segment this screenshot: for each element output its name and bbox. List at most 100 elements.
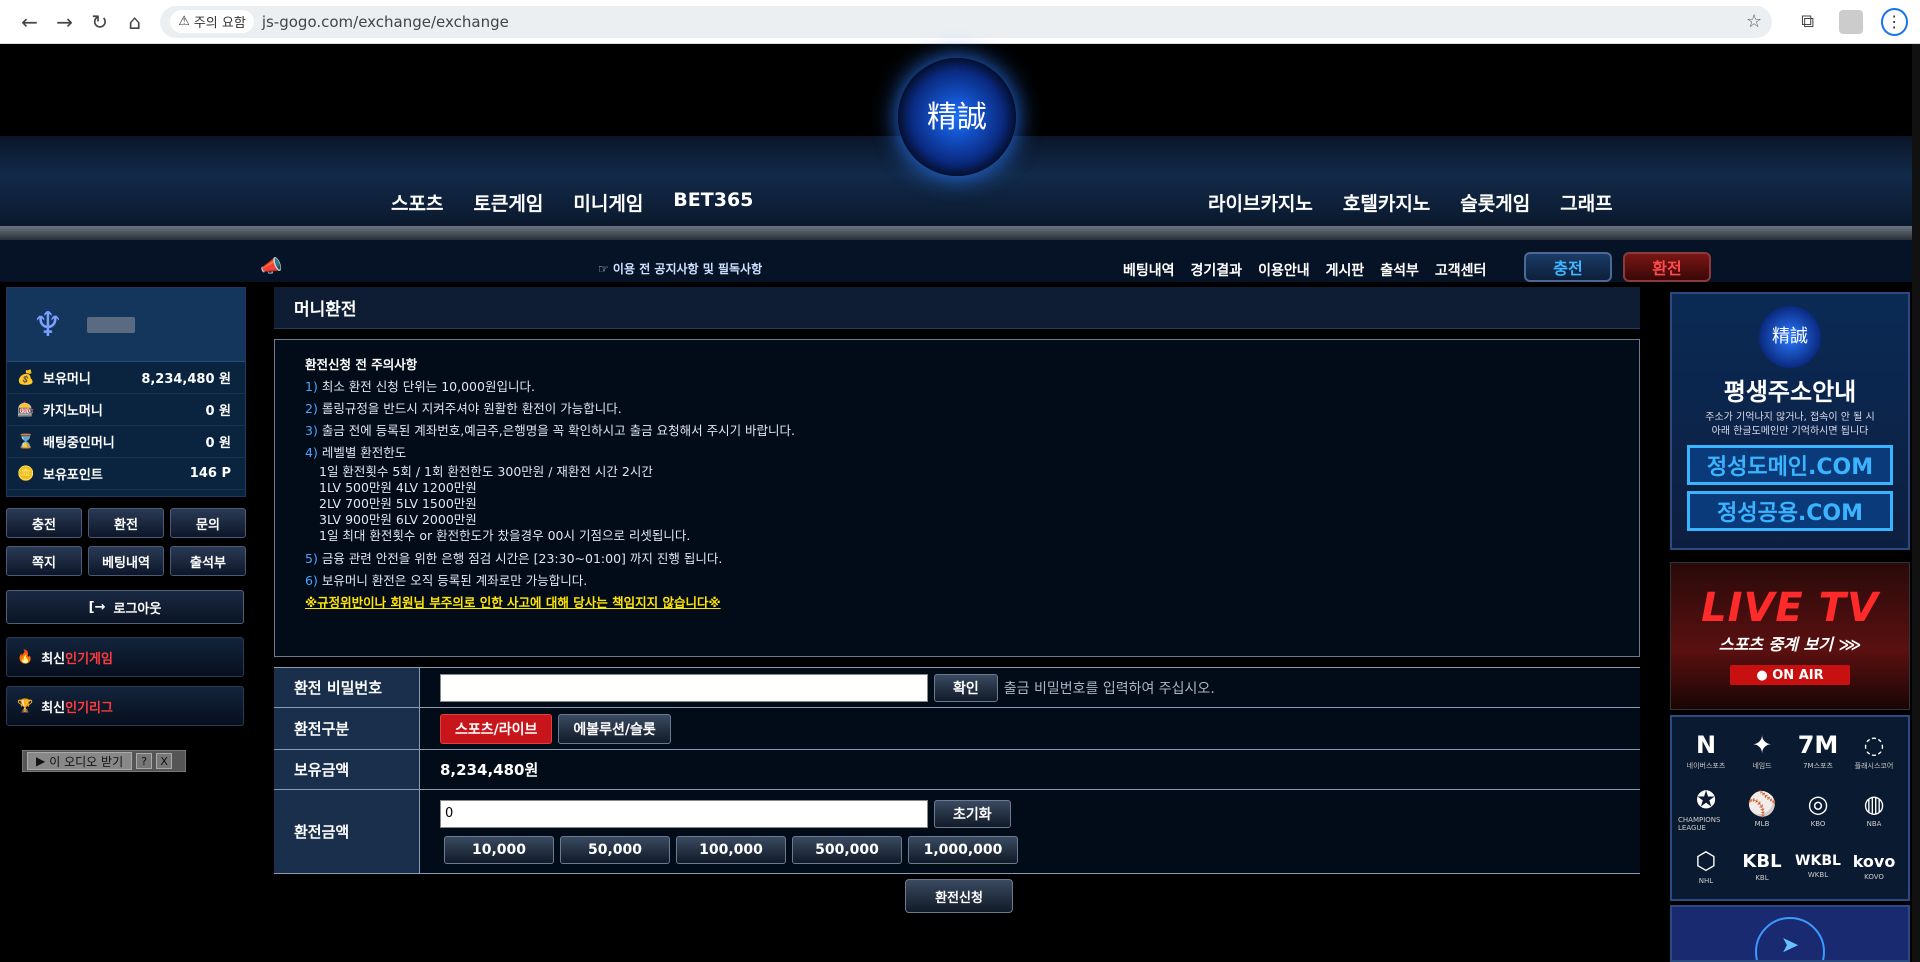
user-row-casino: 🎰 카지노머니 0 원 (7, 394, 245, 426)
side-bet-history-button[interactable]: 베팅내역 (88, 546, 164, 576)
amount-reset-button[interactable]: 초기화 (934, 799, 1011, 828)
extensions-icon[interactable]: ⧉ (1790, 11, 1825, 32)
browser-toolbar: ← → ↻ ⌂ ⚠ 주의 요함 js-gogo.com/exchange/exch… (0, 0, 1920, 44)
address-bar[interactable]: ⚠ 주의 요함 js-gogo.com/exchange/exchange ☆ (160, 5, 1773, 38)
amount-50000-button[interactable]: 50,000 (560, 835, 670, 864)
amount-500000-button[interactable]: 500,000 (792, 835, 902, 864)
sports-links-grid: N 네이버스포츠 ✦ 네임드 7M 7M스포츠 ◌ 플래시스코어 ✪ CHAMPIONS … (1670, 715, 1910, 901)
nav-attendance[interactable]: 출석부 (1380, 260, 1419, 280)
amount-1000000-button[interactable]: 1,000,000 (908, 835, 1018, 864)
top-utility-nav: 베팅내역 경기결과 이용안내 게시판 출석부 고객센터 (1123, 260, 1486, 280)
nav-support[interactable]: 고객센터 (1435, 260, 1487, 280)
amount-10000-button[interactable]: 10,000 (444, 835, 554, 864)
menu-live-casino[interactable]: 라이브카지노 (1208, 189, 1313, 216)
balance-label: 보유금액 (274, 750, 420, 789)
menu-hotel-casino[interactable]: 호텔카지노 (1343, 189, 1430, 216)
form-row-balance: 보유금액 8,234,480원 (274, 750, 1640, 790)
nav-board[interactable]: 게시판 (1326, 260, 1365, 280)
notice-ticker[interactable]: ☞ 이용 전 공지사항 및 필독사항 (598, 260, 762, 277)
level-emblem-icon: ♆ (32, 304, 64, 345)
quick-amount-buttons: 10,000 50,000 100,000 500,000 1,000,000 (440, 835, 1018, 864)
user-row-points: 🪙 보유포인트 146 P (7, 458, 245, 490)
popular-games-tab[interactable]: 🔥 최신인기게임 (6, 637, 244, 677)
menu-mini-game[interactable]: 미니게임 (573, 189, 643, 216)
warning-icon: ⚠ (178, 14, 190, 29)
nav-divider (0, 226, 1920, 240)
telegram-banner[interactable]: ➤ (1670, 905, 1910, 962)
side-inquiry-button[interactable]: 문의 (170, 508, 246, 538)
exchange-amount-input[interactable]: 0 (440, 799, 928, 828)
bookmark-star-icon[interactable]: ☆ (1746, 11, 1762, 32)
audio-close-button[interactable]: X (156, 753, 173, 769)
site-header: 精誠 스포츠 토큰게임 미니게임 BET365 라이브카지노 호텔카지노 슬롯게… (0, 44, 1920, 282)
sport-link-mlb[interactable]: ⚾ MLB (1734, 778, 1790, 839)
profile-avatar[interactable] (1839, 9, 1863, 34)
banner-title: 평생주소안내 (1723, 378, 1857, 406)
sport-link-wkbl[interactable]: WKBL WKBL (1790, 840, 1846, 893)
sport-link-named[interactable]: ✦ 네임드 (1734, 723, 1790, 778)
sport-link-kbl[interactable]: KBL KBL (1734, 840, 1790, 893)
exchange-button[interactable]: 환전 (1623, 252, 1711, 282)
sport-link-nba[interactable]: ◍ NBA (1846, 778, 1902, 839)
side-charge-button[interactable]: 충전 (6, 508, 82, 538)
exchange-password-input[interactable] (440, 673, 928, 702)
menu-graph[interactable]: 그래프 (1560, 189, 1612, 216)
nav-bet-history[interactable]: 베팅내역 (1123, 260, 1175, 280)
exchange-submit-button[interactable]: 환전신청 (905, 879, 1013, 913)
side-exchange-button[interactable]: 환전 (88, 508, 164, 538)
trophy-icon: 🏆 (17, 698, 34, 714)
forward-icon[interactable]: → (47, 4, 82, 40)
live-tv-banner[interactable]: LIVE TV 스포츠 중계 보기 ⋙ ● ON AIR (1670, 562, 1910, 710)
sport-link-7m[interactable]: 7M 7M스포츠 (1790, 723, 1846, 778)
sport-link-nhl[interactable]: ⬡ NHL (1678, 840, 1734, 893)
menu-sports[interactable]: 스포츠 (391, 189, 443, 216)
hourglass-icon: ⌛ (17, 433, 35, 450)
megaphone-icon: 📣 (260, 256, 283, 277)
exchange-form: 환전 비밀번호 확인 출금 비밀번호를 입력하여 주십시오. 환전구분 스포츠/… (274, 667, 1640, 874)
password-confirm-button[interactable]: 확인 (934, 673, 998, 702)
amount-100000-button[interactable]: 100,000 (676, 835, 786, 864)
sport-link-naver[interactable]: N 네이버스포츠 (1678, 723, 1734, 778)
coin-icon: 🪙 (17, 465, 35, 482)
site-logo[interactable]: 精誠 (898, 58, 1016, 176)
main-menu-right: 라이브카지노 호텔카지노 슬롯게임 그래프 (1208, 189, 1613, 216)
type-evolution-slot-button[interactable]: 에볼루션/슬롯 (558, 713, 671, 744)
banner-logo: 精誠 (1759, 306, 1821, 368)
exchange-main: 머니환전 환전신청 전 주의사항 1) 최소 환전 신청 단위는 10,000원… (274, 287, 1640, 913)
home-icon[interactable]: ⌂ (117, 4, 152, 40)
security-warning[interactable]: ⚠ 주의 요함 (170, 10, 254, 33)
back-icon[interactable]: ← (12, 4, 47, 40)
menu-token-game[interactable]: 토큰게임 (473, 189, 543, 216)
audio-help-button[interactable]: ? (136, 753, 153, 769)
menu-bet365[interactable]: BET365 (673, 189, 753, 216)
logout-button[interactable]: [→ 로그아웃 (6, 590, 244, 624)
domain-link-1[interactable]: 정성도메인.COM (1687, 445, 1893, 485)
level-line: 1일 환전횟수 5회 / 1회 환전한도 300만원 / 재환전 시간 2시간 (319, 464, 653, 479)
user-info-panel: ♆ 💰 보유머니 8,234,480 원 🎰 카지노머니 0 원 ⌛ 배팅중인머… (6, 287, 246, 497)
menu-slot-game[interactable]: 슬롯게임 (1460, 189, 1530, 216)
sport-link-kovo[interactable]: kovo KOVO (1846, 840, 1902, 893)
nav-guide[interactable]: 이용안내 (1258, 260, 1310, 280)
user-action-buttons: 충전 환전 문의 쪽지 베팅내역 출석부 (6, 508, 246, 576)
nav-results[interactable]: 경기결과 (1191, 260, 1243, 280)
type-sports-live-button[interactable]: 스포츠/라이브 (440, 713, 553, 744)
audio-download-button[interactable]: ▶ 이 오디오 받기 (27, 752, 133, 770)
popular-leagues-tab[interactable]: 🏆 최신인기리그 (6, 686, 244, 726)
fire-icon: 🔥 (17, 649, 34, 665)
reload-icon[interactable]: ↻ (82, 4, 117, 40)
telegram-icon: ➤ (1755, 917, 1825, 960)
charge-button[interactable]: 충전 (1524, 252, 1612, 282)
main-menu-left: 스포츠 토큰게임 미니게임 BET365 (391, 189, 753, 216)
money-bag-icon: 💰 (17, 369, 35, 386)
sport-link-flashscore[interactable]: ◌ 플래시스코어 (1846, 723, 1902, 778)
form-row-amount: 환전금액 0 초기화 10,000 50,000 100,000 500,000… (274, 790, 1640, 874)
page-scrollbar[interactable] (1912, 44, 1920, 962)
permanent-address-banner[interactable]: 精誠 평생주소안내 주소가 기억나지 않거나, 접속이 안 될 시 아래 한글도… (1670, 292, 1910, 550)
domain-link-2[interactable]: 정성공용.COM (1687, 491, 1893, 531)
sport-link-ucl[interactable]: ✪ CHAMPIONS LEAGUE (1678, 778, 1734, 839)
type-label: 환전구분 (274, 708, 420, 749)
menu-kebab-icon[interactable]: ⋮ (1880, 7, 1908, 36)
side-attendance-button[interactable]: 출석부 (170, 546, 246, 576)
side-message-button[interactable]: 쪽지 (6, 546, 82, 576)
sport-link-kbo[interactable]: ◎ KBO (1790, 778, 1846, 839)
